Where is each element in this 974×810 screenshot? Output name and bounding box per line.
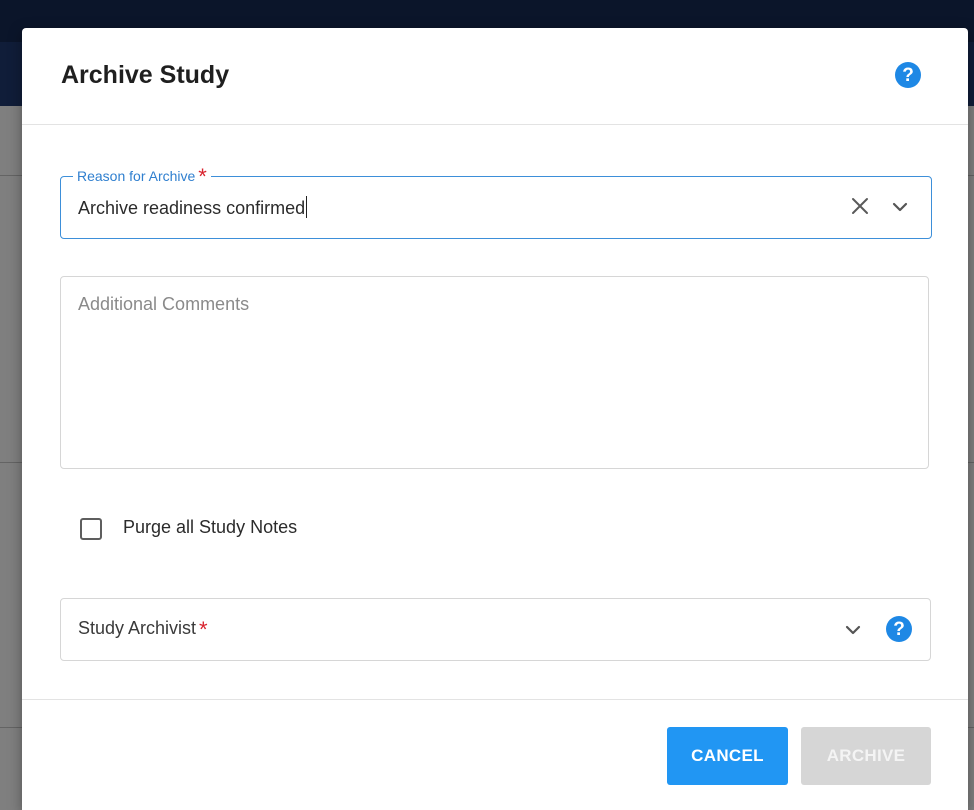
dialog-title: Archive Study xyxy=(61,61,230,89)
purge-study-notes-checkbox[interactable] xyxy=(80,518,102,540)
dialog-footer: CANCEL ARCHIVE xyxy=(22,699,968,810)
study-archivist-select[interactable]: Study Archivist * ? xyxy=(60,598,931,661)
study-archivist-label-text: Study Archivist xyxy=(78,618,197,638)
reason-value-text: Archive readiness confirmed xyxy=(78,198,306,218)
help-icon[interactable]: ? xyxy=(886,616,912,642)
close-icon[interactable] xyxy=(847,193,873,219)
chevron-down-icon[interactable] xyxy=(889,196,911,218)
cancel-button[interactable]: CANCEL xyxy=(667,727,788,785)
reason-value[interactable]: Archive readiness confirmed xyxy=(78,196,308,219)
text-caret xyxy=(306,196,308,218)
archive-button[interactable]: ARCHIVE xyxy=(801,727,931,785)
archive-study-dialog: Archive Study ? Reason for Archive * Arch… xyxy=(22,28,968,810)
dialog-header: Archive Study ? xyxy=(22,28,968,125)
reason-field-label: Reason for Archive * xyxy=(73,166,211,188)
study-archivist-label: Study Archivist * xyxy=(78,617,208,642)
chevron-down-icon[interactable] xyxy=(842,619,864,641)
required-marker: * xyxy=(198,164,207,189)
help-icon[interactable]: ? xyxy=(895,62,921,88)
purge-study-notes-label[interactable]: Purge all Study Notes xyxy=(123,517,297,538)
reason-label-text: Reason for Archive xyxy=(77,168,196,184)
reason-for-archive-select[interactable]: Reason for Archive * Archive readiness co… xyxy=(60,166,932,239)
additional-comments-textarea[interactable] xyxy=(60,276,929,469)
required-marker: * xyxy=(199,617,208,642)
